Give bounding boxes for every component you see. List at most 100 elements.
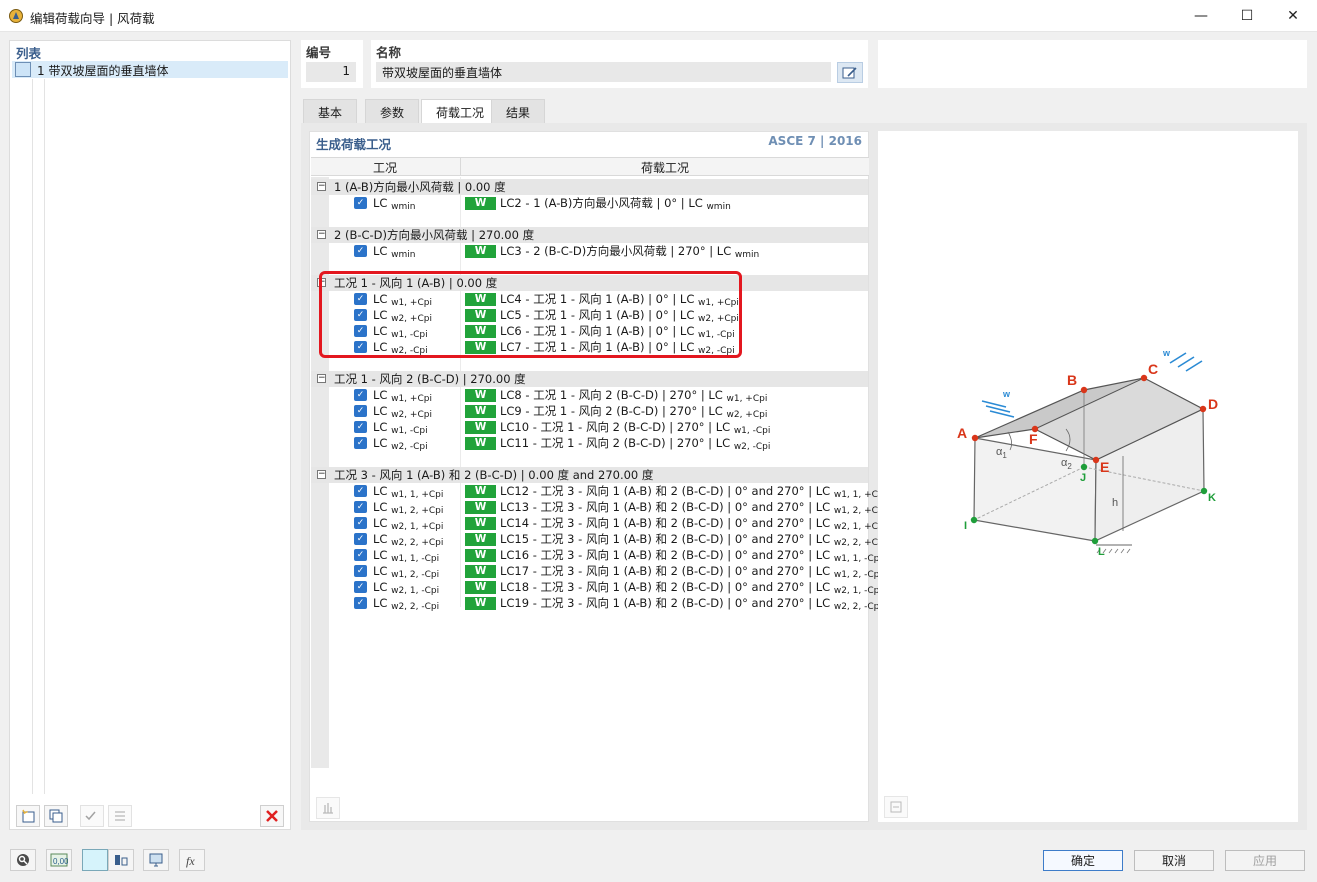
group-label: 1 (A-B)方向最小风荷载 | 0.00 度 [334, 180, 506, 194]
node-label-d: D [1208, 396, 1218, 412]
copy-item-button[interactable] [44, 805, 68, 827]
column-header-load-case: 荷载工况 [641, 161, 690, 175]
node-label-l: L [1098, 546, 1105, 558]
diagram-panel: A B C D E F I J K L h w w α1 α2 [878, 131, 1298, 822]
tab-load-cases[interactable]: 荷载工况 [421, 99, 500, 123]
load-case-row: ✓ LC w2, 2, +Cpi W LC15 - 工况 3 - 风向 1 (A-B)… [311, 531, 886, 548]
load-case-row: ✓ LC w1, 2, +Cpi W LC13 - 工况 3 - 风向 1 (A-B)… [311, 499, 886, 516]
decimal-icon: 0,00 [50, 853, 68, 867]
collapse-toggle-icon[interactable]: − [317, 182, 326, 191]
view-button[interactable] [143, 849, 169, 871]
case-checkbox[interactable]: ✓ [354, 581, 367, 593]
display-button[interactable] [108, 849, 134, 871]
units-button[interactable]: 0,00 [46, 849, 72, 871]
minimize-button[interactable]: — [1178, 0, 1224, 31]
number-box: 编号 1 [301, 40, 363, 88]
group-row[interactable]: − 工况 1 - 风向 2 (B-C-D) | 270.00 度 [311, 371, 868, 387]
case-label: LC wmin [373, 196, 416, 212]
node-label-a: A [957, 425, 967, 441]
case-checkbox[interactable]: ✓ [354, 517, 367, 529]
node-label-c: C [1148, 361, 1158, 377]
list-header: 列表 [16, 46, 42, 61]
load-case-label[interactable]: LC3 - 2 (B-C-D)方向最小风荷载 | 270° | LC wmin [500, 243, 759, 263]
collapse-toggle-icon[interactable]: − [317, 470, 326, 479]
load-case-row: ✓ LC w1, 1, +Cpi W LC12 - 工况 3 - 风向 1 (A-B)… [311, 483, 886, 500]
load-case-row: ✓ LC w2, 2, -Cpi W LC19 - 工况 3 - 风向 1 (A-B)… [311, 595, 882, 612]
load-case-label[interactable]: LC11 - 工况 1 - 风向 2 (B-C-D) | 270° | LC w… [500, 435, 770, 455]
view-options-icon [890, 801, 902, 813]
case-checkbox[interactable]: ✓ [354, 533, 367, 545]
svg-text:0,00: 0,00 [53, 857, 68, 866]
wind-badge: W [465, 565, 496, 578]
new-item-button[interactable] [16, 805, 40, 827]
app-icon [8, 8, 24, 24]
load-case-grid: −1 (A-B)方向最小风荷载 | 0.00 度 ✓ LC wmin W LC2 - 1… [310, 179, 886, 619]
case-checkbox[interactable]: ✓ [354, 405, 367, 417]
cancel-button[interactable]: 取消 [1134, 850, 1214, 871]
wind-badge: W [465, 197, 496, 210]
load-case-row: ✓ LC wmin W LC2 - 1 (A-B)方向最小风荷载 | 0° | LC … [311, 195, 868, 212]
ok-button[interactable]: 确定 [1043, 850, 1123, 871]
edit-name-button[interactable] [837, 62, 863, 83]
wind-badge: W [465, 517, 496, 530]
node-label-f: F [1029, 431, 1038, 447]
tab-parameters[interactable]: 参数 [365, 99, 420, 123]
highlight-box [319, 271, 742, 358]
case-checkbox[interactable]: ✓ [354, 389, 367, 401]
tree-settings-button[interactable] [316, 797, 340, 819]
collapse-toggle-icon[interactable]: − [317, 374, 326, 383]
color-button[interactable] [82, 849, 108, 871]
load-case-row: ✓ LC w1, 2, -Cpi W LC17 - 工况 3 - 风向 1 (A-B)… [311, 563, 882, 580]
case-checkbox[interactable]: ✓ [354, 565, 367, 577]
wind-label-right: w [1162, 348, 1171, 358]
monitor-icon [149, 853, 163, 867]
tab-results[interactable]: 结果 [491, 99, 546, 123]
load-case-panel: 生成荷载工况 ASCE 7 | 2016 工况 荷载工况 −1 (A-B)方向最… [309, 131, 886, 822]
wind-badge: W [465, 389, 496, 402]
load-case-row: ✓ LC w2, +Cpi W LC9 - 工况 1 - 风向 2 (B-C-D) |… [311, 403, 868, 420]
delete-item-button[interactable] [260, 805, 284, 827]
maximize-button[interactable]: ☐ [1224, 0, 1270, 31]
close-button[interactable]: ✕ [1270, 0, 1316, 31]
load-case-row: ✓ LC w1, +Cpi W LC8 - 工况 1 - 风向 2 (B-C-D) |… [311, 387, 868, 404]
collapse-toggle-icon[interactable]: − [317, 230, 326, 239]
case-checkbox[interactable]: ✓ [354, 437, 367, 449]
load-case-row: ✓ LC w1, -Cpi W LC10 - 工况 1 - 风向 2 (B-C-D) … [311, 419, 868, 436]
group-row[interactable]: −2 (B-C-D)方向最小风荷载 | 270.00 度 [311, 227, 868, 243]
load-case-row: ✓ LC w2, -Cpi W LC11 - 工况 1 - 风向 2 (B-C-D) … [311, 435, 868, 452]
list-item[interactable]: 1 带双坡屋面的垂直墙体 [12, 61, 288, 78]
window-title: 编辑荷载向导 | 风荷载 [30, 11, 155, 26]
uncheck-all-button[interactable] [108, 805, 132, 827]
apply-button[interactable]: 应用 [1225, 850, 1305, 871]
tree-guide-line [32, 79, 33, 794]
case-label: LC w2, -Cpi [373, 436, 428, 452]
group-row[interactable]: −1 (A-B)方向最小风荷载 | 0.00 度 [311, 179, 868, 195]
case-checkbox[interactable]: ✓ [354, 421, 367, 433]
case-checkbox[interactable]: ✓ [354, 597, 367, 609]
load-case-row: ✓ LC w2, 1, -Cpi W LC18 - 工况 3 - 风向 1 (A-B)… [311, 579, 882, 596]
formula-button[interactable]: fx [179, 849, 205, 871]
diagram-options-button[interactable] [884, 796, 908, 818]
case-checkbox[interactable]: ✓ [354, 549, 367, 561]
group-row[interactable]: − 工况 3 - 风向 1 (A-B) 和 2 (B-C-D) | 0.00 度 … [311, 467, 868, 483]
load-case-row: ✓ LC w2, 1, +Cpi W LC14 - 工况 3 - 风向 1 (A-B)… [311, 515, 886, 532]
node-label-k: K [1208, 492, 1216, 504]
tree-guide-line [44, 79, 45, 794]
name-field[interactable]: 带双坡屋面的垂直墙体 [376, 62, 831, 82]
wind-badge: W [465, 533, 496, 546]
load-case-row: ✓ LC w1, 1, -Cpi W LC16 - 工况 3 - 风向 1 (A-B)… [311, 547, 882, 564]
tab-basic[interactable]: 基本 [303, 99, 358, 123]
load-case-label[interactable]: LC19 - 工况 3 - 风向 1 (A-B) 和 2 (B-C-D) | 0… [500, 595, 882, 615]
number-field[interactable]: 1 [306, 62, 356, 82]
load-case-label[interactable]: LC2 - 1 (A-B)方向最小风荷载 | 0° | LC wmin [500, 195, 731, 215]
case-checkbox[interactable]: ✓ [354, 485, 367, 497]
node-label-j: J [1080, 472, 1086, 484]
case-checkbox[interactable]: ✓ [354, 501, 367, 513]
display-icon [115, 855, 128, 866]
case-checkbox[interactable]: ✓ [354, 245, 367, 257]
case-checkbox[interactable]: ✓ [354, 197, 367, 209]
help-button[interactable] [10, 849, 36, 871]
check-all-button[interactable] [80, 805, 104, 827]
comment-box [878, 40, 1307, 88]
front-wall [973, 437, 1097, 542]
